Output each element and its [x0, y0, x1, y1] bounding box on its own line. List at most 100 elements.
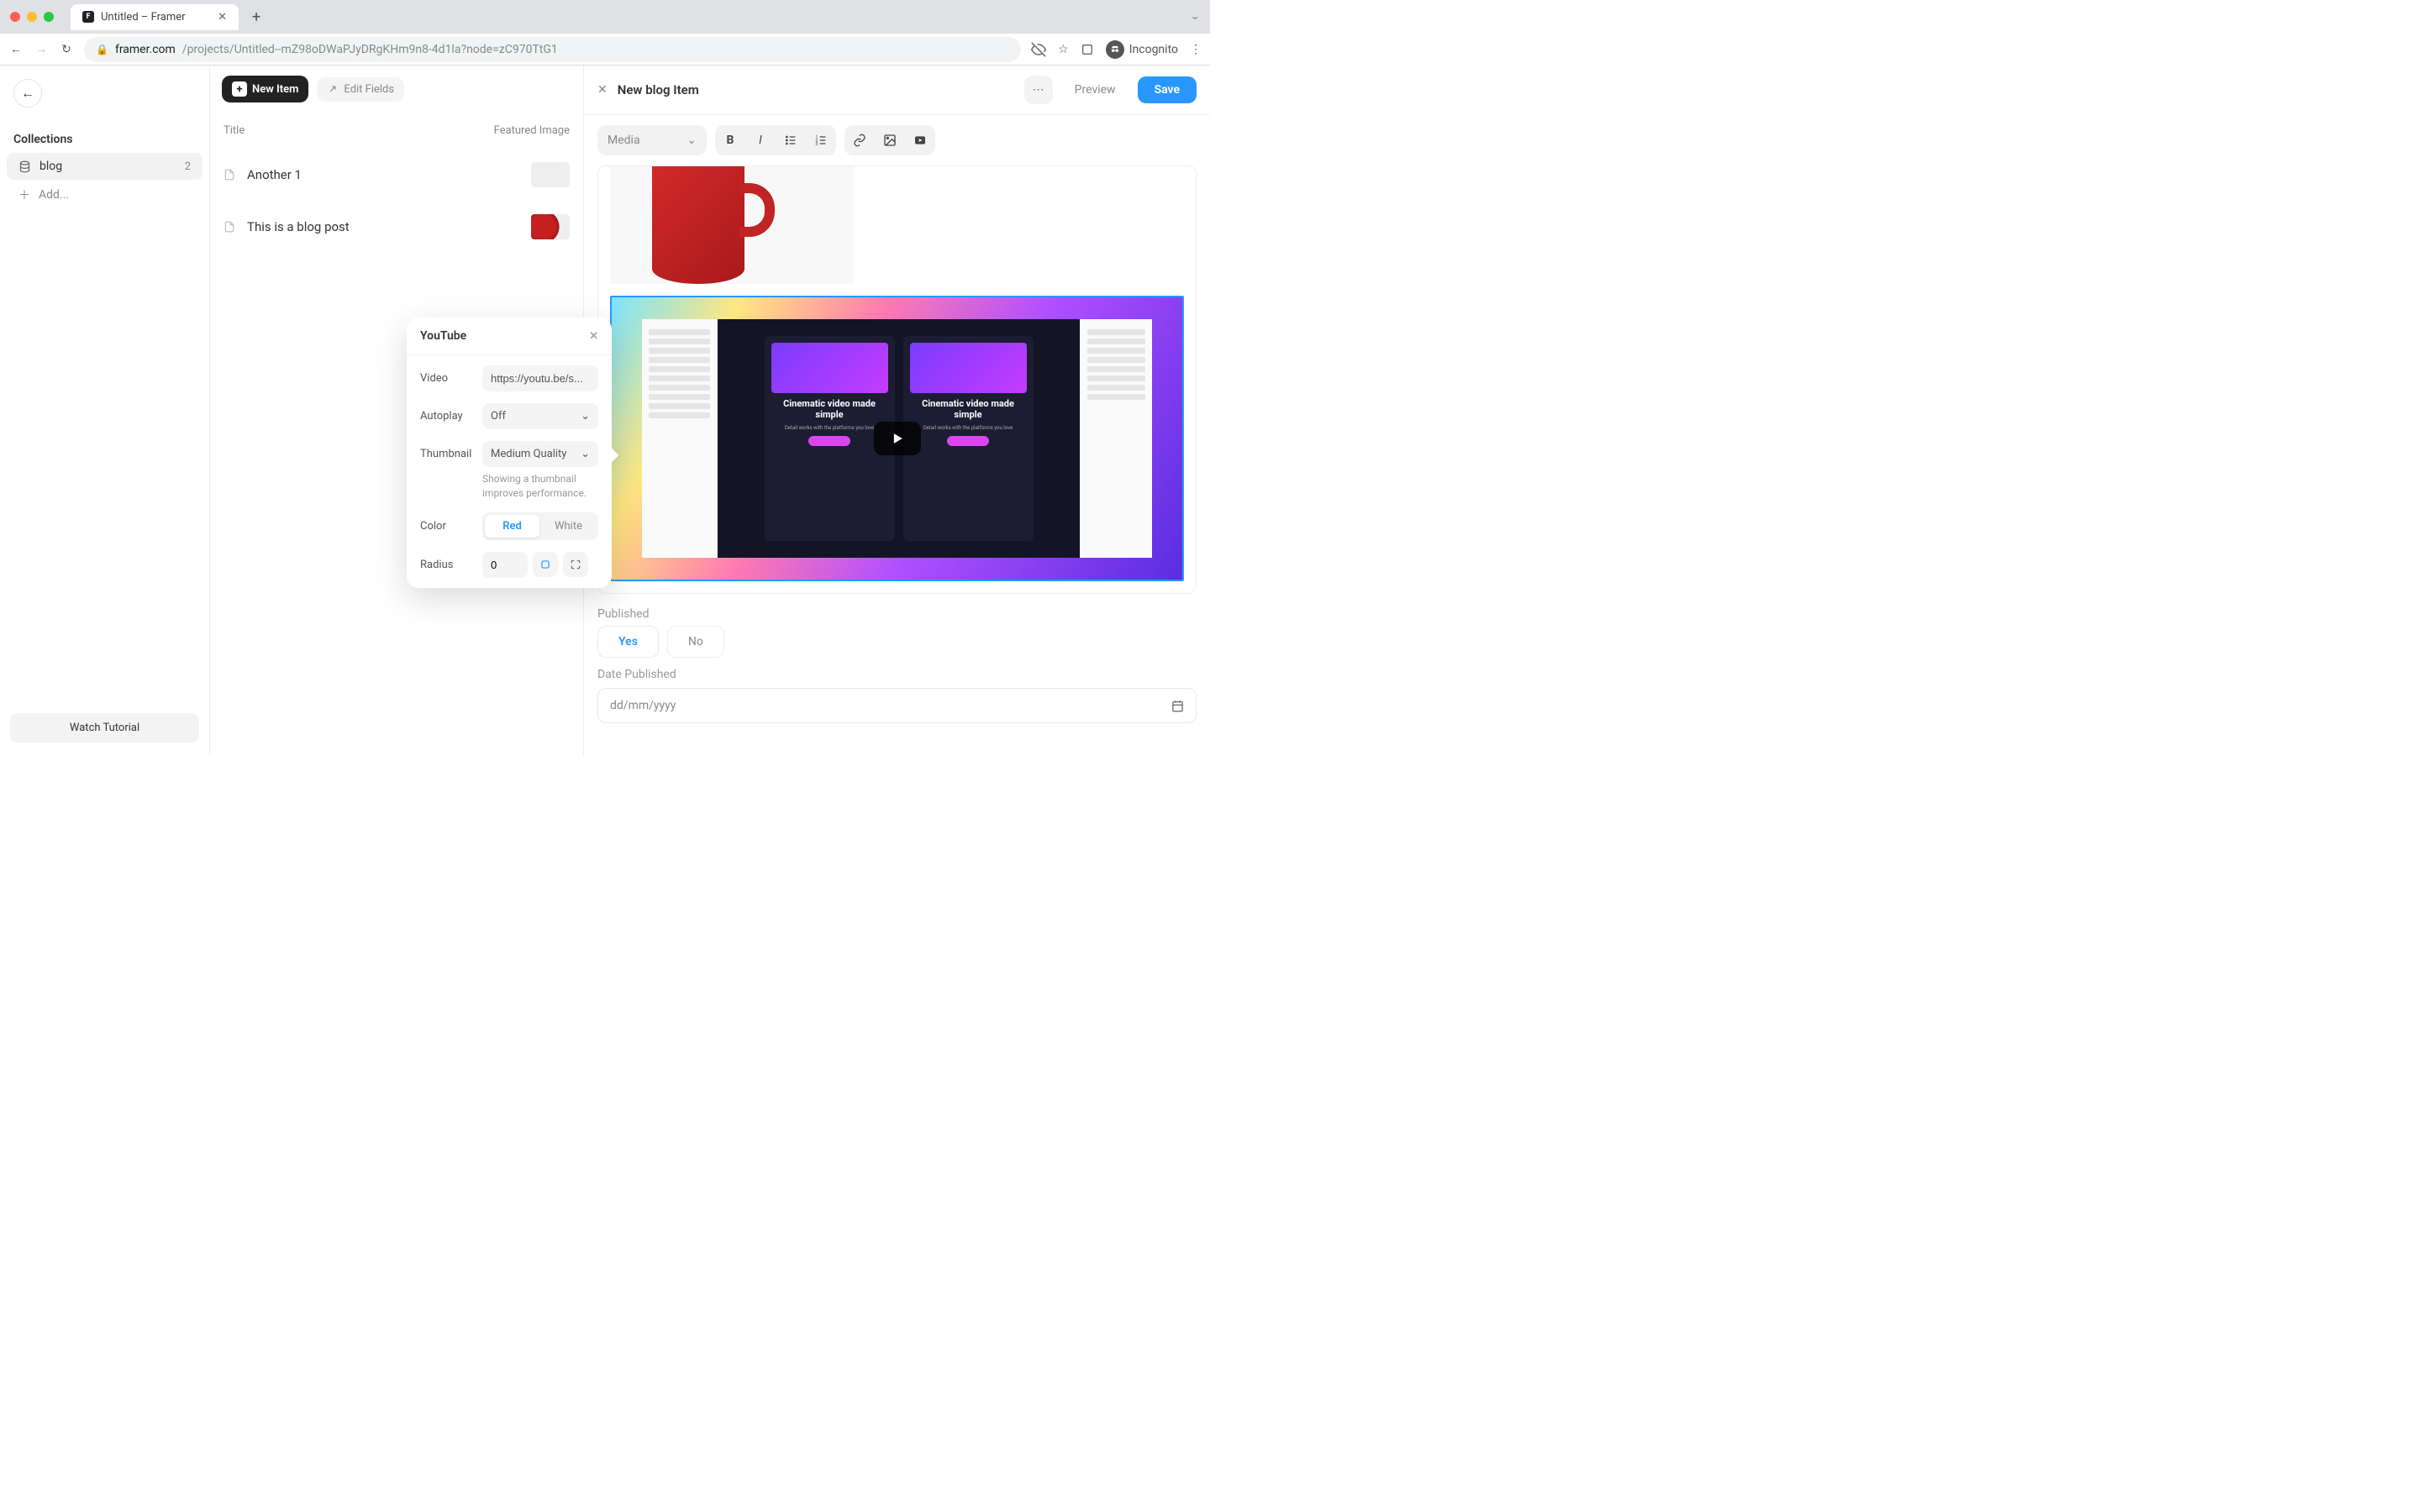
date-published-input[interactable]: dd/mm/yyyy [597, 688, 1197, 723]
play-button[interactable] [874, 422, 921, 455]
address-bar[interactable]: 🔒 framer.com/projects/Untitled--mZ98oDWa… [84, 37, 1021, 62]
url-domain: framer.com [115, 43, 176, 56]
autoplay-select[interactable]: Off ⌄ [482, 403, 598, 429]
video-url-input[interactable] [482, 365, 598, 391]
color-white-label: White [555, 520, 582, 533]
card-sub: Detail works with the platforms you love [923, 425, 1013, 431]
url-path: /projects/Untitled--mZ98oDWaPJyDRgKHm9n8… [182, 43, 558, 56]
thumbnail-value: Medium Quality [491, 448, 566, 460]
minimize-window-icon[interactable] [27, 12, 37, 22]
thumbnail-select[interactable]: Medium Quality ⌄ [482, 441, 598, 467]
framer-favicon-icon: F [82, 11, 94, 23]
chevron-down-icon: ⌄ [687, 134, 697, 147]
media-label: Media [608, 134, 640, 147]
plus-square-icon: + [232, 81, 247, 97]
popover-title: YouTube [420, 329, 466, 343]
collection-count: 2 [185, 160, 191, 173]
link-button[interactable] [844, 125, 875, 155]
italic-button[interactable]: I [745, 125, 776, 155]
corners-icon [570, 559, 581, 570]
dots-icon: ⋯ [1033, 83, 1044, 97]
autoplay-label: Autoplay [420, 410, 476, 423]
new-item-label: New Item [252, 83, 298, 96]
more-options-button[interactable]: ⋯ [1024, 76, 1053, 104]
card-headline: Cinematic video made simple [910, 398, 1027, 420]
list-row[interactable]: This is a blog post [210, 201, 583, 253]
collections-heading: Collections [0, 121, 209, 153]
plus-icon: ＋ [18, 186, 30, 203]
color-white-button[interactable]: White [541, 515, 596, 538]
edit-fields-button[interactable]: Edit Fields [317, 77, 404, 102]
image-block[interactable] [610, 166, 854, 284]
image-icon [883, 134, 897, 147]
radius-input[interactable] [482, 552, 528, 578]
chevron-down-icon: ⌄ [581, 410, 590, 423]
italic-icon: I [759, 134, 762, 147]
link-icon [853, 134, 866, 147]
date-published-label: Date Published [597, 668, 1197, 681]
close-window-icon[interactable] [10, 12, 20, 22]
incognito-label: Incognito [1129, 43, 1178, 56]
browser-tab[interactable]: F Untitled – Framer ✕ [71, 4, 239, 30]
ordered-list-button[interactable]: 123 [806, 125, 836, 155]
color-red-label: Red [502, 520, 522, 533]
new-tab-button[interactable]: + [245, 8, 267, 26]
popover-close-icon[interactable]: ✕ [589, 330, 598, 343]
database-icon [18, 160, 31, 173]
lock-icon: 🔒 [96, 44, 108, 55]
svg-text:3: 3 [815, 142, 818, 147]
radius-label: Radius [420, 559, 476, 571]
color-label: Color [420, 520, 476, 533]
close-panel-icon[interactable]: ✕ [597, 83, 608, 97]
add-label: Add... [39, 188, 69, 202]
published-yes-button[interactable]: Yes [597, 626, 659, 658]
video-label: Video [420, 372, 476, 385]
add-collection-button[interactable]: ＋ Add... [7, 180, 203, 210]
bold-button[interactable]: B [715, 125, 745, 155]
bullet-list-button[interactable] [776, 125, 806, 155]
maximize-window-icon[interactable] [44, 12, 54, 22]
arrow-left-icon: ← [21, 85, 34, 102]
video-button[interactable] [905, 125, 935, 155]
new-item-button[interactable]: + New Item [222, 76, 308, 102]
tab-close-icon[interactable]: ✕ [218, 11, 227, 24]
radius-per-corner-button[interactable] [563, 552, 588, 577]
window-controls[interactable] [10, 12, 54, 22]
star-icon[interactable]: ☆ [1058, 43, 1069, 56]
card-sub: Detail works with the platforms you love [785, 425, 874, 431]
published-no-button[interactable]: No [667, 626, 724, 658]
document-icon [224, 168, 235, 181]
content-canvas[interactable]: Cinematic video made simple Detail works… [597, 165, 1197, 594]
thumbnail-hint: Showing a thumbnail improves performance… [482, 472, 598, 501]
panel-title: New blog Item [618, 82, 699, 97]
watch-tutorial-button[interactable]: Watch Tutorial [10, 713, 199, 743]
image-button[interactable] [875, 125, 905, 155]
menu-dots-icon[interactable]: ⋮ [1190, 43, 1202, 56]
square-icon [539, 559, 551, 570]
row-title: This is a blog post [247, 219, 519, 234]
back-button[interactable]: ← [13, 79, 42, 108]
col-featured: Featured Image [494, 124, 570, 137]
reload-icon[interactable]: ↻ [59, 43, 74, 56]
radius-uniform-button[interactable] [533, 552, 558, 577]
thumbnail-label: Thumbnail [420, 448, 476, 460]
save-label: Save [1155, 83, 1180, 97]
autoplay-value: Off [491, 410, 506, 423]
tabs-dropdown-icon[interactable]: ⌄ [1190, 13, 1200, 21]
save-button[interactable]: Save [1138, 76, 1197, 103]
list-row[interactable]: Another 1 [210, 149, 583, 201]
eye-off-icon[interactable] [1031, 42, 1046, 57]
edit-icon [327, 83, 339, 95]
preview-button[interactable]: Preview [1063, 76, 1128, 103]
block-type-select[interactable]: Media ⌄ [597, 125, 707, 155]
video-block[interactable]: Cinematic video made simple Detail works… [610, 296, 1184, 581]
edit-fields-label: Edit Fields [344, 83, 394, 96]
collection-item-blog[interactable]: blog 2 [7, 153, 203, 180]
extensions-icon[interactable] [1081, 43, 1094, 56]
row-title: Another 1 [247, 167, 519, 182]
card-headline: Cinematic video made simple [771, 398, 888, 420]
nav-back-icon[interactable]: ← [8, 42, 24, 56]
no-label: No [688, 635, 703, 648]
color-red-button[interactable]: Red [485, 515, 539, 538]
incognito-badge[interactable]: Incognito [1106, 40, 1178, 59]
